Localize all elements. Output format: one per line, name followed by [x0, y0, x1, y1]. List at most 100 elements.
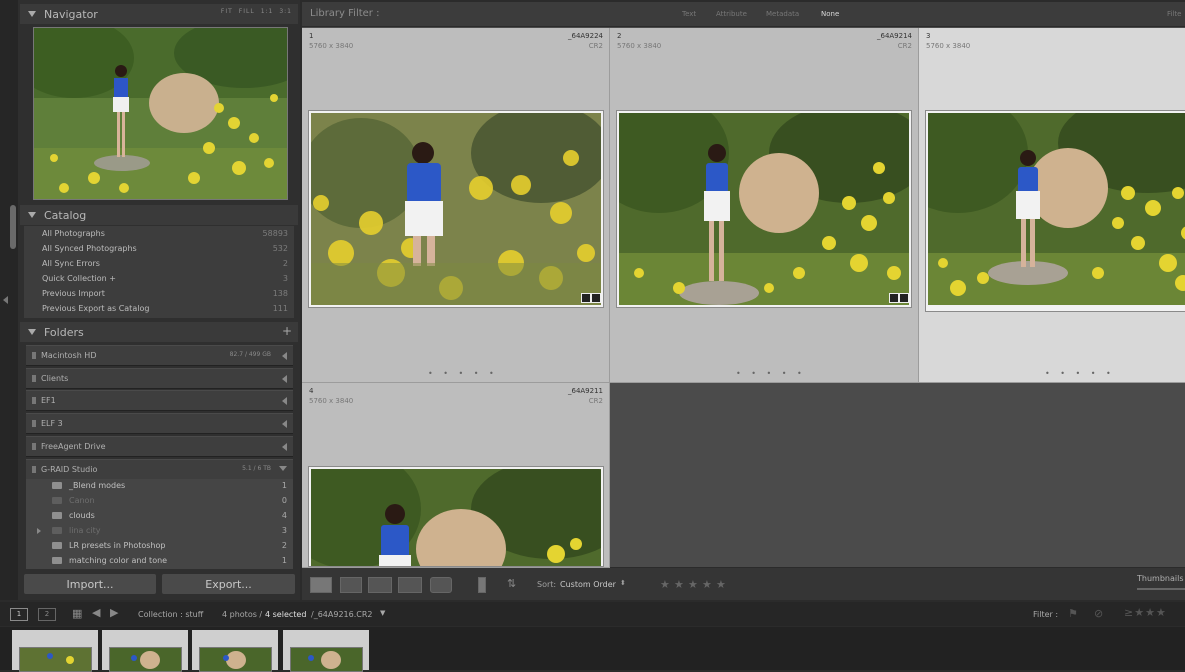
catalog-item-all-photographs[interactable]: All Photographs 58893 — [20, 227, 290, 242]
rating-dots[interactable]: • • • • • — [736, 369, 806, 378]
reject-filter-icon[interactable]: ⊘ — [1094, 607, 1103, 620]
catalog-item-previous-import[interactable]: Previous Import 138 — [20, 287, 290, 302]
filmstrip-thumb[interactable] — [192, 630, 278, 672]
rating-filter-stars-icon[interactable]: ≥★★★ — [1124, 606, 1167, 619]
folder-label: lina city — [69, 526, 101, 535]
spray-can-icon[interactable] — [478, 577, 486, 593]
folder-count: 2 — [281, 541, 287, 550]
volume-elf3[interactable]: ELF 3 — [26, 413, 293, 434]
cell-dimensions: 5760 x 3840 — [926, 42, 971, 50]
drive-indicator-icon — [32, 443, 36, 450]
folder-label: _Blend modes — [69, 481, 126, 490]
navigator-preview[interactable] — [33, 27, 288, 200]
zoom-1-1-option[interactable]: 1:1 — [261, 8, 274, 15]
folder-label: LR presets in Photoshop — [69, 541, 166, 550]
collection-source[interactable]: Collection : stuff — [138, 610, 203, 619]
people-view-icon[interactable] — [430, 577, 452, 593]
star-1-icon[interactable]: ★ — [660, 578, 670, 591]
grid-view-icon[interactable] — [310, 577, 332, 593]
expand-triangle-icon[interactable] — [282, 420, 287, 428]
thumbnail-size-slider[interactable] — [1137, 588, 1185, 590]
filter-none-option[interactable]: None — [821, 10, 839, 18]
catalog-item-sync-errors[interactable]: All Sync Errors 2 — [20, 257, 290, 272]
folder-lina-city[interactable]: lina city 3 — [26, 524, 293, 539]
filmstrip-thumb-image — [19, 647, 92, 672]
volume-freeagent[interactable]: FreeAgent Drive — [26, 436, 293, 457]
filter-text-option[interactable]: Text — [682, 10, 696, 18]
filter-presets-label[interactable]: Filte — [1167, 10, 1181, 18]
zoom-3-1-option[interactable]: 3:1 — [279, 8, 292, 15]
sort-order-select[interactable]: Custom Order — [560, 580, 616, 589]
star-2-icon[interactable]: ★ — [674, 578, 684, 591]
filmstrip-thumb[interactable] — [283, 630, 369, 672]
import-button[interactable]: Import... — [24, 574, 156, 594]
folder-clouds[interactable]: clouds 4 — [26, 509, 293, 524]
star-3-icon[interactable]: ★ — [688, 578, 698, 591]
collapse-triangle-icon — [28, 11, 36, 17]
folder-matching-color[interactable]: matching color and tone 1 — [26, 554, 293, 569]
volume-macintosh-hd[interactable]: Macintosh HD 82.7 / 499 GB — [26, 345, 293, 366]
flag-filter-icon[interactable]: ⚑ — [1068, 607, 1078, 620]
zoom-fill-option[interactable]: FILL — [239, 8, 255, 15]
catalog-item-all-synced[interactable]: All Synced Photographs 532 — [20, 242, 290, 257]
filter-metadata-option[interactable]: Metadata — [766, 10, 799, 18]
volume-capacity: 5.1 / 6 TB — [242, 465, 271, 472]
folder-label: clouds — [69, 511, 95, 520]
catalog-item-label: All Photographs — [42, 229, 105, 238]
collapse-triangle-icon[interactable] — [279, 466, 287, 471]
grid-cell[interactable]: 4 5760 x 3840 _64A9211 CR2 — [302, 383, 610, 568]
expand-triangle-icon[interactable] — [282, 443, 287, 451]
filmstrip-thumb[interactable] — [102, 630, 188, 672]
filmstrip-thumb[interactable] — [12, 630, 98, 672]
expand-triangle-icon[interactable] — [37, 528, 41, 534]
grid-cell[interactable]: 2 5760 x 3840 _64A9214 CR2 • • • • • — [610, 28, 919, 383]
catalog-item-count: 532 — [272, 244, 288, 253]
expand-triangle-icon[interactable] — [282, 375, 287, 383]
sort-dropdown-icon[interactable]: ⬍ — [620, 579, 626, 587]
star-5-icon[interactable]: ★ — [716, 578, 726, 591]
photo-thumbnail[interactable] — [308, 466, 604, 567]
grid-icon[interactable]: ▦ — [72, 607, 82, 620]
rating-dots[interactable]: • • • • • — [1045, 369, 1115, 378]
rating-dots[interactable]: • • • • • — [428, 369, 498, 378]
zoom-fit-option[interactable]: FIT — [221, 8, 233, 15]
forward-arrow-icon[interactable]: ▶ — [110, 606, 118, 619]
filename-dropdown-icon[interactable]: ▼ — [380, 609, 385, 617]
folder-icon — [52, 497, 62, 504]
expand-triangle-icon[interactable] — [282, 397, 287, 405]
left-panel-scrollbar[interactable] — [10, 205, 16, 249]
folder-blend-modes[interactable]: _Blend modes 1 — [26, 479, 293, 494]
drive-indicator-icon — [32, 466, 36, 473]
expand-triangle-icon[interactable] — [282, 352, 287, 360]
volume-g-raid-studio[interactable]: G-RAID Studio 5.1 / 6 TB — [26, 459, 293, 480]
navigator-header[interactable]: Navigator FIT FILL 1:1 3:1 — [20, 4, 298, 24]
add-folder-icon[interactable]: + — [282, 324, 292, 338]
crop-badge-icon — [899, 293, 909, 303]
photo-thumbnail[interactable] — [308, 110, 604, 308]
catalog-header[interactable]: Catalog — [20, 205, 298, 225]
collapse-left-panel-icon[interactable] — [3, 296, 8, 304]
photo-thumbnail[interactable] — [616, 110, 912, 308]
volume-ef1[interactable]: EF1 — [26, 390, 293, 411]
catalog-item-previous-export[interactable]: Previous Export as Catalog 111 — [20, 302, 290, 317]
grid-cell[interactable]: 1 5760 x 3840 _64A9224 CR2 • • • • • — [302, 28, 610, 383]
secondary-window-button[interactable]: 2 — [38, 608, 56, 621]
folder-canon[interactable]: Canon 0 — [26, 494, 293, 509]
photo-thumbnail[interactable] — [925, 110, 1185, 312]
catalog-item-label: All Sync Errors — [42, 259, 100, 268]
folders-header[interactable]: Folders + — [20, 322, 298, 342]
grid-cell-selected[interactable]: 3 5760 x 3840 • • • • • — [919, 28, 1185, 383]
volume-clients[interactable]: Clients — [26, 368, 293, 389]
back-arrow-icon[interactable]: ◀ — [92, 606, 100, 619]
loupe-view-icon[interactable] — [340, 577, 362, 593]
filter-attribute-option[interactable]: Attribute — [716, 10, 747, 18]
sort-direction-icon[interactable]: ⇅ — [507, 577, 516, 590]
export-button[interactable]: Export... — [162, 574, 295, 594]
folder-lr-presets[interactable]: LR presets in Photoshop 2 — [26, 539, 293, 554]
star-4-icon[interactable]: ★ — [702, 578, 712, 591]
catalog-item-quick-collection[interactable]: Quick Collection + 3 — [20, 272, 290, 287]
compare-view-icon[interactable] — [368, 577, 392, 593]
folder-count: 0 — [281, 496, 287, 505]
primary-window-button[interactable]: 1 — [10, 608, 28, 621]
survey-view-icon[interactable] — [398, 577, 422, 593]
